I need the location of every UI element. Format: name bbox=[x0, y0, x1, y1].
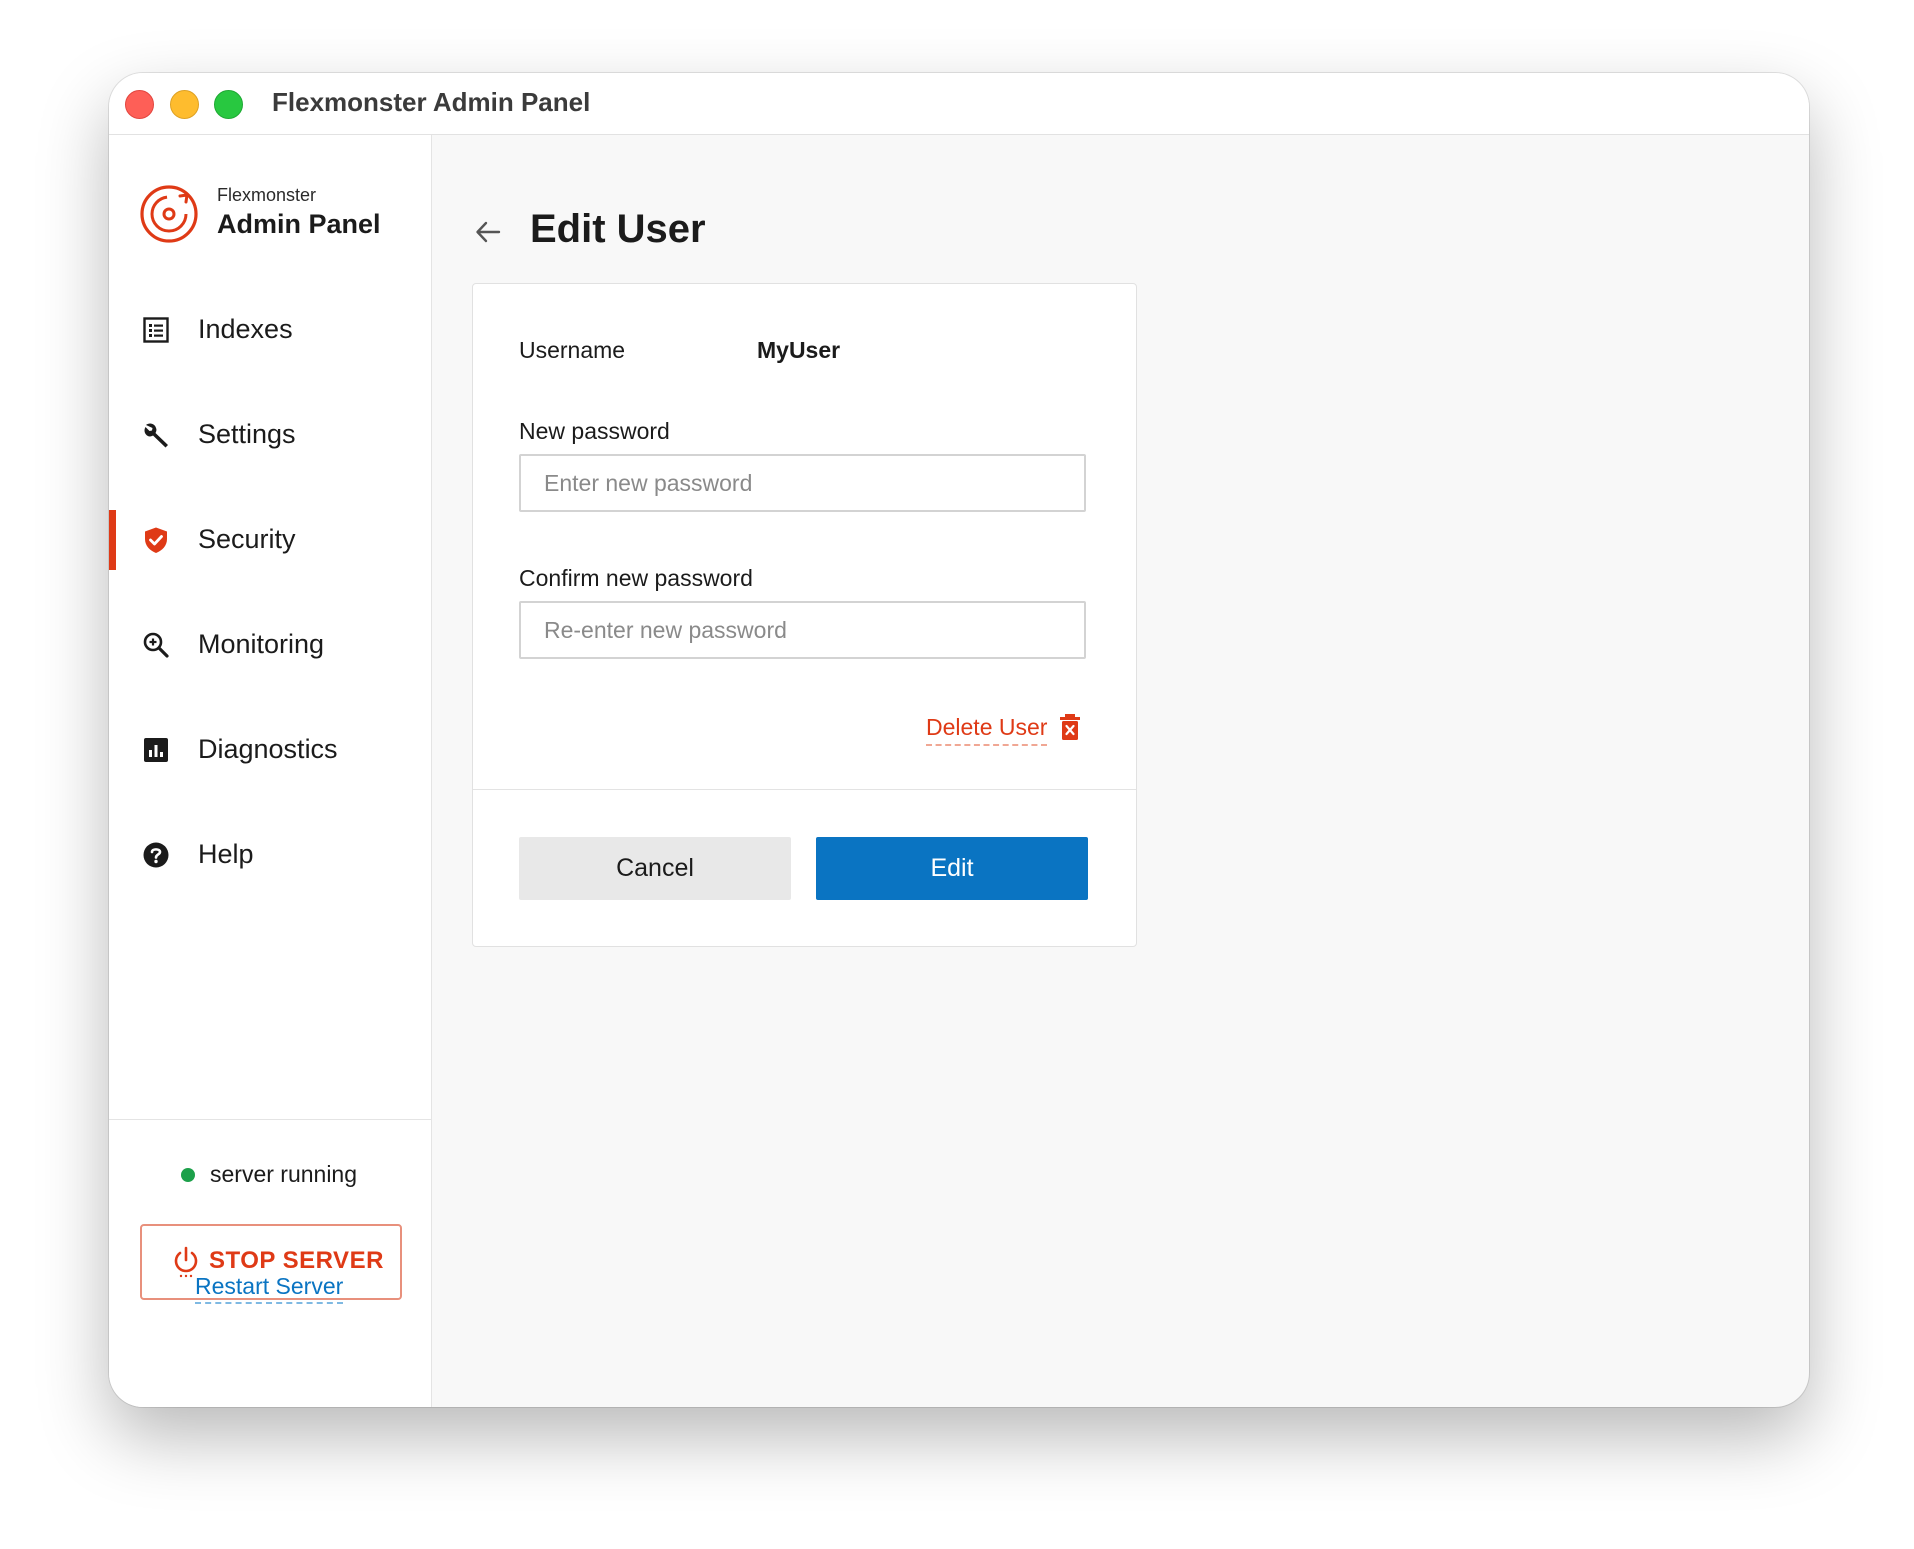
brand-subtitle: Flexmonster bbox=[217, 185, 317, 205]
status-indicator bbox=[181, 1168, 195, 1182]
sidebar-item-label: Help bbox=[198, 839, 254, 869]
delete-user-label: Delete User bbox=[926, 714, 1048, 746]
wrench-icon bbox=[144, 423, 168, 448]
sidebar-item-diagnostics[interactable]: Diagnostics bbox=[109, 720, 431, 780]
sidebar-divider bbox=[109, 1119, 431, 1120]
brand: Flexmonster Admin Panel bbox=[138, 181, 418, 245]
server-status: server running bbox=[181, 1160, 421, 1190]
bar-chart-icon bbox=[144, 738, 168, 762]
username-label: Username bbox=[519, 337, 626, 363]
cancel-button[interactable]: Cancel bbox=[519, 837, 791, 900]
flexmonster-logo-icon bbox=[140, 185, 198, 243]
back-arrow-icon[interactable] bbox=[474, 218, 502, 246]
active-indicator bbox=[109, 510, 116, 570]
sidebar-item-settings[interactable]: Settings bbox=[109, 405, 431, 465]
title-bar: Flexmonster Admin Panel bbox=[109, 73, 1809, 135]
new-password-input[interactable] bbox=[519, 454, 1086, 512]
sidebar-item-security[interactable]: Security bbox=[109, 510, 431, 570]
help-icon bbox=[143, 842, 169, 868]
new-password-label: New password bbox=[519, 418, 670, 444]
magnifier-icon bbox=[143, 632, 169, 658]
sidebar-item-help[interactable]: Help bbox=[109, 825, 431, 885]
edit-button[interactable]: Edit bbox=[816, 837, 1088, 900]
list-icon bbox=[143, 317, 169, 343]
card-divider bbox=[473, 789, 1136, 790]
username-value: MyUser bbox=[757, 337, 841, 363]
sidebar-item-label: Diagnostics bbox=[198, 734, 338, 764]
minimize-window-button[interactable] bbox=[170, 90, 199, 119]
app-window: Flexmonster Admin Panel Flexmonster Admi… bbox=[109, 73, 1809, 1407]
sidebar: Flexmonster Admin Panel Indexes Settings bbox=[109, 135, 432, 1407]
sidebar-item-indexes[interactable]: Indexes bbox=[109, 300, 431, 360]
window-title: Flexmonster Admin Panel bbox=[272, 87, 591, 117]
edit-user-card: Username MyUser New password Confirm new… bbox=[472, 283, 1137, 947]
page-title: Edit User bbox=[530, 207, 706, 251]
maximize-window-button[interactable] bbox=[214, 90, 243, 119]
shield-check-icon bbox=[145, 527, 167, 553]
stop-server-label: STOP SERVER bbox=[209, 1247, 384, 1274]
sidebar-item-label: Indexes bbox=[198, 314, 293, 344]
close-window-button[interactable] bbox=[125, 90, 154, 119]
confirm-password-label: Confirm new password bbox=[519, 565, 753, 591]
restart-server-link[interactable]: Restart Server bbox=[195, 1273, 344, 1304]
server-status-text: server running bbox=[210, 1161, 358, 1187]
sidebar-item-monitoring[interactable]: Monitoring bbox=[109, 615, 431, 675]
delete-user-link[interactable]: Delete User bbox=[926, 712, 1096, 752]
confirm-password-input[interactable] bbox=[519, 601, 1086, 659]
sidebar-item-label: Settings bbox=[198, 419, 296, 449]
sidebar-item-label: Security bbox=[198, 524, 296, 554]
sidebar-item-label: Monitoring bbox=[198, 629, 325, 659]
main-content: Edit User Username MyUser New password C… bbox=[432, 135, 1809, 1407]
trash-icon bbox=[1060, 714, 1080, 740]
brand-title: Admin Panel bbox=[217, 209, 381, 239]
